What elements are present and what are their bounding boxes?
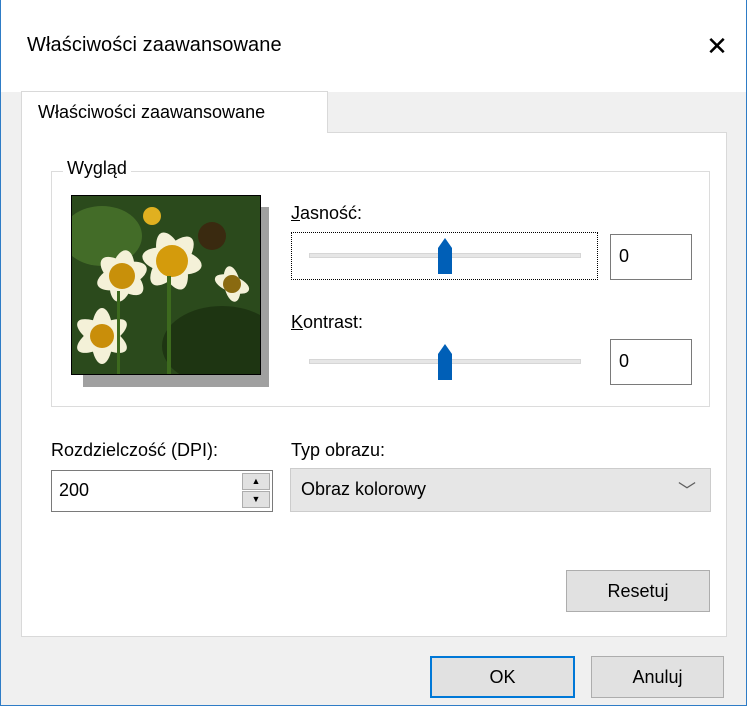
- arrow-up-icon[interactable]: ▲: [242, 473, 270, 490]
- chevron-down-icon: ﹀: [678, 481, 696, 501]
- close-icon[interactable]: ✕: [698, 28, 736, 64]
- image-type-value: Obraz kolorowy: [301, 479, 427, 499]
- flower-preview-graphic: [72, 196, 260, 374]
- brightness-slider-thumb[interactable]: [438, 238, 452, 274]
- cancel-button[interactable]: Anuluj: [591, 656, 724, 698]
- brightness-label: Jasność:: [291, 203, 363, 223]
- brightness-value-field[interactable]: 0: [610, 234, 692, 280]
- tab-advanced-properties[interactable]: Właściwości zaawansowane: [21, 91, 328, 133]
- ok-button[interactable]: OK: [430, 656, 575, 698]
- arrow-down-icon[interactable]: ▼: [242, 491, 270, 508]
- contrast-label-text: ontrast:: [303, 312, 364, 332]
- resolution-label: Rozdzielczość (DPI):: [51, 440, 219, 460]
- preview-image: [71, 195, 261, 375]
- brightness-label-text: asność:: [300, 203, 363, 223]
- reset-button[interactable]: Resetuj: [566, 570, 710, 612]
- title-bar: Właściwości zaawansowane ✕: [1, 0, 746, 92]
- tab-label: Właściwości zaawansowane: [38, 102, 266, 122]
- brightness-value: 0: [619, 246, 630, 266]
- contrast-value: 0: [619, 351, 630, 371]
- resolution-spinbox[interactable]: 200 ▲ ▼: [51, 470, 273, 512]
- contrast-slider-thumb[interactable]: [438, 344, 452, 380]
- image-type-label: Typ obrazu:: [291, 440, 386, 460]
- appearance-group-label: Wygląd: [63, 158, 131, 179]
- image-type-dropdown[interactable]: Obraz kolorowy ﹀: [290, 468, 711, 512]
- contrast-label: Kontrast:: [291, 312, 364, 332]
- contrast-value-field[interactable]: 0: [610, 339, 692, 385]
- window-title: Właściwości zaawansowane: [27, 34, 282, 56]
- resolution-value: 200: [59, 480, 90, 500]
